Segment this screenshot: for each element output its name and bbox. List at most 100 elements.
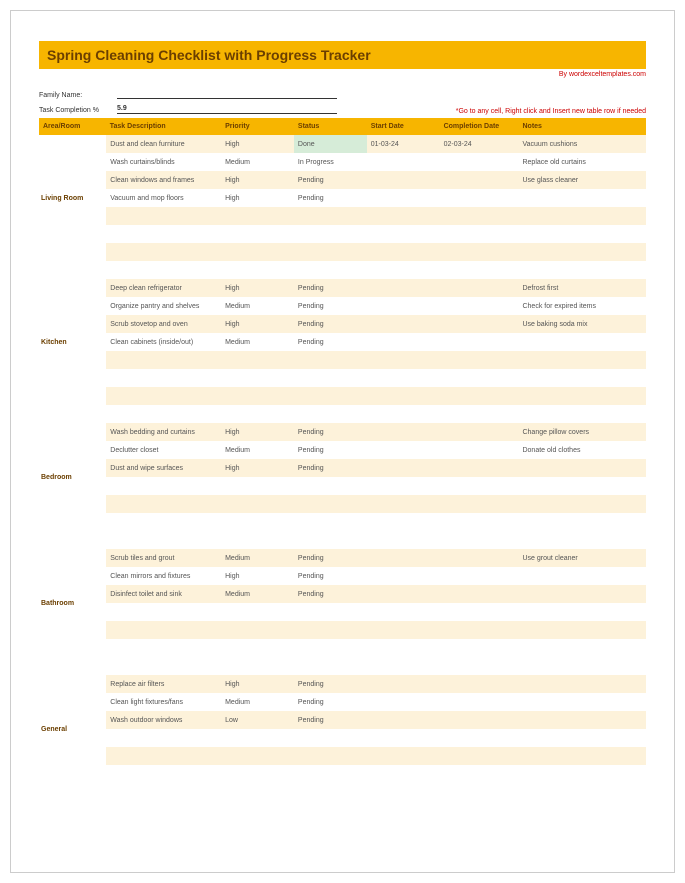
cell-comp[interactable] [440,693,519,711]
cell-start[interactable] [367,333,440,351]
cell-prio[interactable]: High [221,423,294,441]
cell-notes[interactable] [518,207,646,225]
table-row[interactable] [39,351,646,369]
cell-desc[interactable]: Wash curtains/blinds [106,153,221,171]
cell-status[interactable]: Pending [294,189,367,207]
cell-notes[interactable] [518,765,646,783]
cell-notes[interactable]: Vacuum cushions [518,135,646,153]
cell-start[interactable] [367,441,440,459]
cell-prio[interactable] [221,387,294,405]
cell-status[interactable] [294,729,367,747]
cell-start[interactable] [367,459,440,477]
table-row[interactable]: Clean light fixtures/fansMediumPending [39,693,646,711]
table-row[interactable]: BedroomWash bedding and curtainsHighPend… [39,423,646,441]
cell-notes[interactable]: Use baking soda mix [518,315,646,333]
cell-comp[interactable] [440,675,519,693]
cell-desc[interactable] [106,765,221,783]
cell-start[interactable] [367,351,440,369]
cell-comp[interactable] [440,243,519,261]
cell-prio[interactable] [221,243,294,261]
cell-comp[interactable] [440,189,519,207]
cell-notes[interactable] [518,747,646,765]
cell-status[interactable]: In Progress [294,153,367,171]
cell-prio[interactable]: Medium [221,549,294,567]
cell-notes[interactable] [518,225,646,243]
cell-desc[interactable] [106,225,221,243]
table-row[interactable] [39,603,646,621]
cell-status[interactable]: Pending [294,171,367,189]
cell-comp[interactable] [440,639,519,657]
cell-prio[interactable]: Medium [221,297,294,315]
cell-prio[interactable] [221,603,294,621]
cell-prio[interactable]: High [221,135,294,153]
cell-comp[interactable] [440,747,519,765]
table-row[interactable]: Scrub stovetop and ovenHighPendingUse ba… [39,315,646,333]
cell-notes[interactable] [518,621,646,639]
cell-prio[interactable] [221,477,294,495]
table-row[interactable] [39,225,646,243]
cell-status[interactable]: Pending [294,567,367,585]
table-row[interactable]: GeneralReplace air filtersHighPending [39,675,646,693]
cell-prio[interactable] [221,207,294,225]
table-row[interactable] [39,495,646,513]
cell-desc[interactable]: Disinfect toilet and sink [106,585,221,603]
cell-start[interactable] [367,189,440,207]
cell-status[interactable]: Pending [294,315,367,333]
cell-comp[interactable] [440,459,519,477]
cell-notes[interactable] [518,387,646,405]
credit-link[interactable]: By wordexceltemplates.com [39,71,646,78]
cell-desc[interactable]: Replace air filters [106,675,221,693]
cell-desc[interactable]: Dust and clean furniture [106,135,221,153]
cell-notes[interactable] [518,729,646,747]
cell-desc[interactable] [106,351,221,369]
cell-notes[interactable]: Replace old curtains [518,153,646,171]
cell-prio[interactable]: High [221,675,294,693]
cell-notes[interactable] [518,495,646,513]
cell-start[interactable] [367,693,440,711]
cell-desc[interactable]: Organize pantry and shelves [106,297,221,315]
cell-comp[interactable] [440,729,519,747]
cell-notes[interactable] [518,567,646,585]
table-row[interactable] [39,621,646,639]
table-row[interactable]: Organize pantry and shelvesMediumPending… [39,297,646,315]
cell-status[interactable] [294,387,367,405]
cell-start[interactable] [367,495,440,513]
cell-status[interactable]: Pending [294,459,367,477]
cell-comp[interactable] [440,171,519,189]
cell-comp[interactable] [440,711,519,729]
cell-notes[interactable] [518,603,646,621]
cell-prio[interactable]: High [221,459,294,477]
cell-notes[interactable] [518,189,646,207]
cell-status[interactable]: Pending [294,711,367,729]
cell-start[interactable] [367,315,440,333]
cell-notes[interactable]: Change pillow covers [518,423,646,441]
cell-prio[interactable]: Medium [221,693,294,711]
cell-prio[interactable] [221,225,294,243]
cell-desc[interactable]: Vacuum and mop floors [106,189,221,207]
cell-prio[interactable] [221,513,294,531]
cell-comp[interactable] [440,153,519,171]
cell-notes[interactable] [518,639,646,657]
cell-desc[interactable]: Clean windows and frames [106,171,221,189]
cell-prio[interactable]: Low [221,711,294,729]
cell-notes[interactable] [518,351,646,369]
cell-desc[interactable]: Deep clean refrigerator [106,279,221,297]
table-row[interactable] [39,387,646,405]
cell-status[interactable] [294,351,367,369]
cell-start[interactable] [367,729,440,747]
cell-prio[interactable]: Medium [221,441,294,459]
cell-prio[interactable] [221,621,294,639]
cell-desc[interactable]: Wash outdoor windows [106,711,221,729]
cell-start[interactable] [367,603,440,621]
cell-start[interactable] [367,279,440,297]
cell-start[interactable] [367,513,440,531]
cell-status[interactable] [294,513,367,531]
cell-desc[interactable] [106,369,221,387]
cell-start[interactable] [367,171,440,189]
cell-notes[interactable] [518,477,646,495]
cell-start[interactable] [367,207,440,225]
table-row[interactable] [39,513,646,531]
cell-status[interactable] [294,369,367,387]
cell-status[interactable] [294,477,367,495]
cell-notes[interactable] [518,369,646,387]
